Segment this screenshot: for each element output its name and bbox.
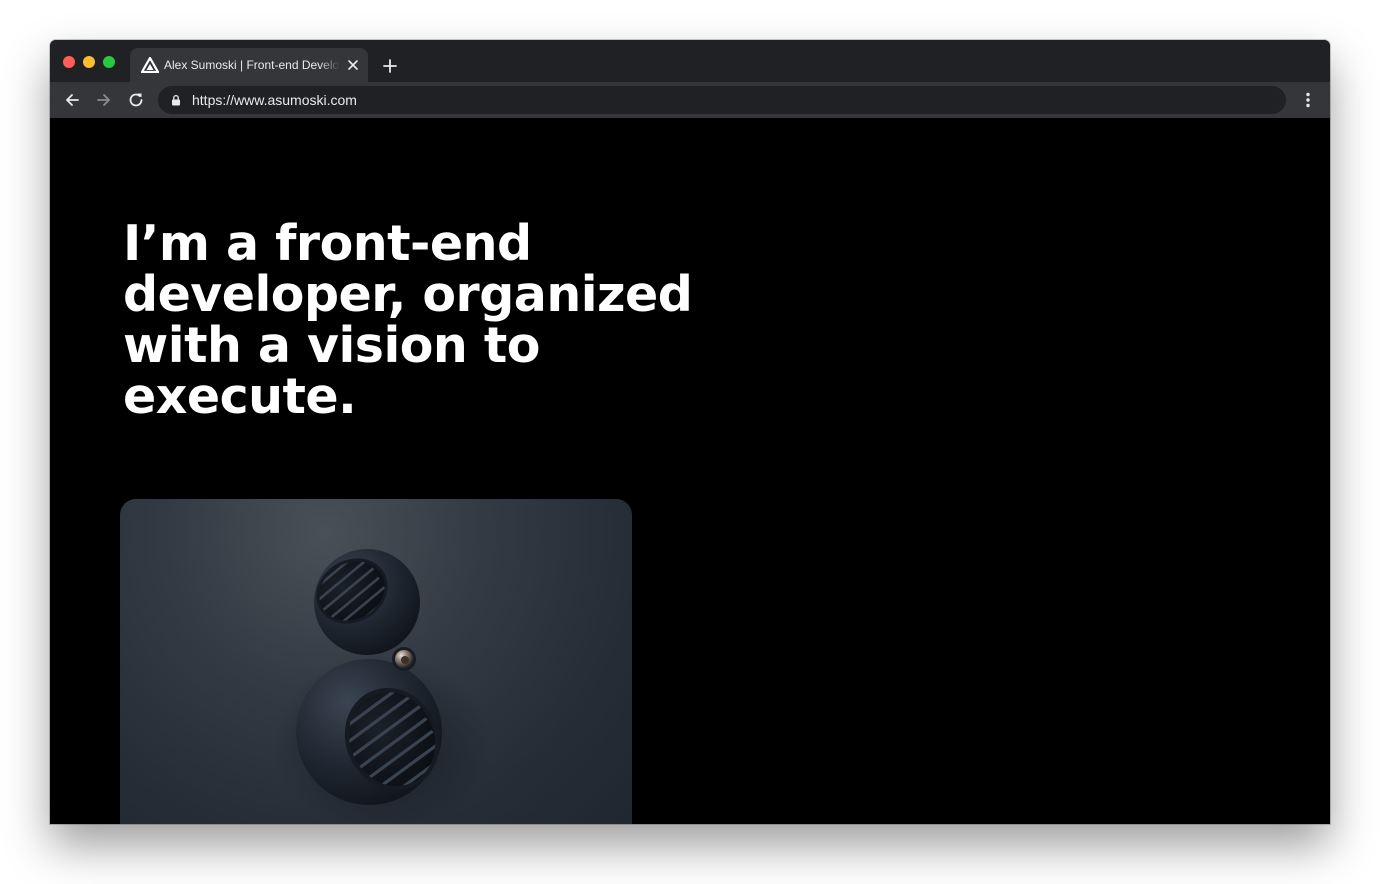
close-icon[interactable] — [346, 58, 360, 72]
lock-icon — [172, 94, 180, 106]
reload-icon[interactable] — [126, 90, 146, 110]
browser-toolbar: https://www.asumoski.com — [50, 82, 1330, 118]
plus-icon[interactable] — [380, 56, 400, 76]
maximize-window-button[interactable] — [103, 56, 115, 68]
close-window-button[interactable] — [63, 56, 75, 68]
minimize-window-button[interactable] — [83, 56, 95, 68]
kebab-menu-icon[interactable] — [1298, 90, 1318, 110]
url-text: https://www.asumoski.com — [192, 92, 357, 108]
forward-arrow-icon[interactable] — [94, 90, 114, 110]
stacked-spheres-speaker-render — [272, 549, 492, 824]
tab-title: Alex Sumoski | Front-end Developer — [164, 58, 340, 72]
browser-window: Alex Sumoski | Front-end Developer https… — [50, 40, 1330, 824]
triangle-logo-icon — [141, 57, 159, 73]
hero-headline: I’m a front-end developer, organized wit… — [123, 215, 693, 425]
address-bar[interactable]: https://www.asumoski.com — [158, 86, 1286, 114]
back-arrow-icon[interactable] — [62, 90, 82, 110]
browser-tab[interactable]: Alex Sumoski | Front-end Developer — [130, 48, 368, 82]
hero-image-card — [120, 499, 632, 824]
page-content: I’m a front-end developer, organized wit… — [50, 118, 1330, 824]
tab-strip: Alex Sumoski | Front-end Developer — [50, 40, 1330, 82]
